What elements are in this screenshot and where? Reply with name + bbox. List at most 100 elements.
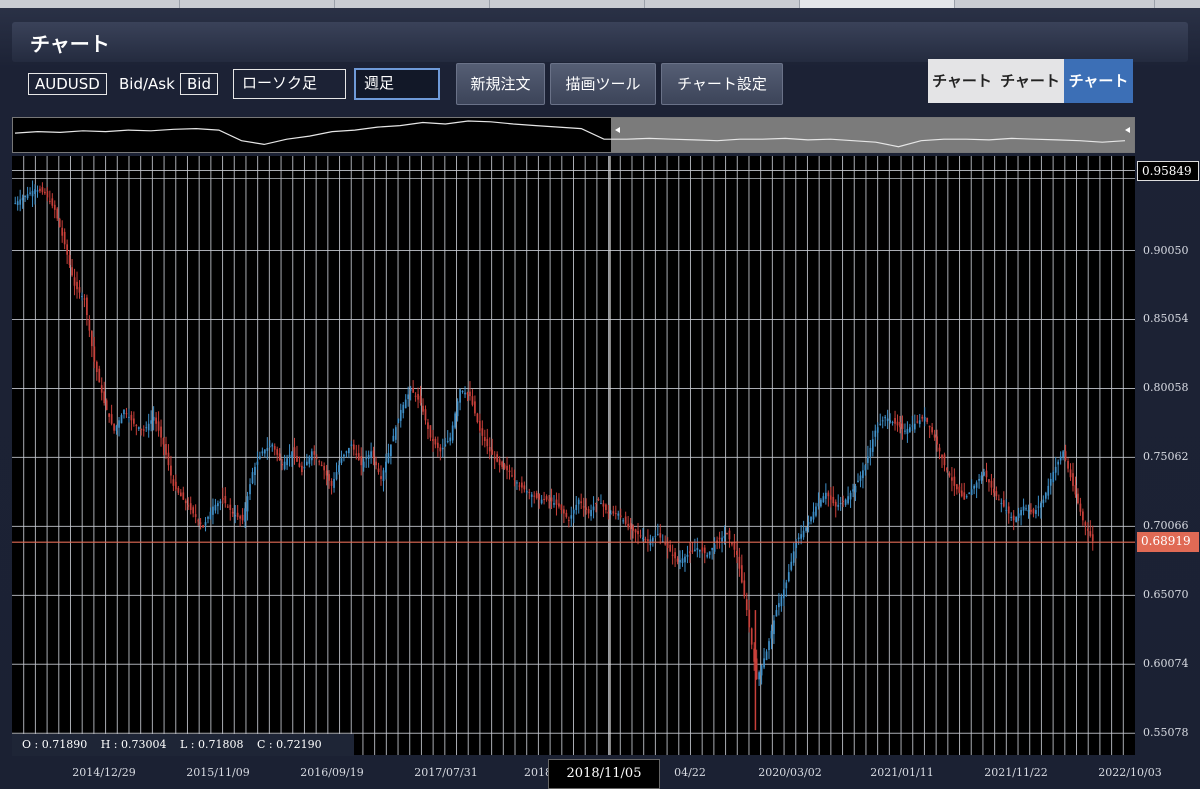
candle-body xyxy=(256,461,259,465)
candle-body xyxy=(241,514,244,521)
candle-body xyxy=(483,437,486,442)
candle-body xyxy=(493,458,496,460)
candle-body xyxy=(837,504,840,507)
candle-body xyxy=(619,515,622,517)
candle-body xyxy=(204,522,207,526)
candle-body xyxy=(553,503,555,505)
candle-body xyxy=(864,465,867,471)
candle-body xyxy=(44,191,46,194)
candle-body xyxy=(1091,534,1094,542)
candle-body xyxy=(1084,522,1087,526)
title-bar: チャート xyxy=(12,22,1188,62)
drawing-tools-button[interactable]: 描画ツール xyxy=(550,63,656,105)
candle-body xyxy=(664,543,667,545)
candle-body xyxy=(968,492,971,494)
candle-body xyxy=(128,416,130,418)
candle-body xyxy=(1077,493,1079,504)
candle-body xyxy=(528,491,531,493)
candle-body xyxy=(785,582,788,589)
candle-body xyxy=(271,444,274,447)
candle-body xyxy=(827,492,830,497)
tab-chart-1[interactable]: チャート1 xyxy=(928,59,996,134)
candle-body xyxy=(728,530,731,540)
candle-body xyxy=(301,465,303,473)
candle-body xyxy=(179,492,182,497)
candle-body xyxy=(486,438,489,447)
candle-body xyxy=(231,511,234,514)
candle-body xyxy=(197,520,199,522)
candle-body xyxy=(469,391,471,397)
candle-body xyxy=(778,603,780,608)
candle-body xyxy=(330,480,333,486)
candle-body xyxy=(81,296,83,298)
candle-body xyxy=(936,436,938,445)
candle-body xyxy=(666,542,669,548)
candle-body xyxy=(567,519,570,521)
tab-chart-2[interactable]: チャート2 xyxy=(996,59,1064,134)
candle-body xyxy=(560,504,563,511)
candle-body xyxy=(56,208,59,219)
candle-body xyxy=(355,453,358,455)
candle-body xyxy=(392,435,395,442)
candle-body xyxy=(674,552,676,559)
candle-body xyxy=(199,522,202,524)
tab-chart-3[interactable]: チャート3 xyxy=(1064,59,1133,134)
chart-type-selector[interactable]: ローソク足 xyxy=(233,69,346,99)
candle-body xyxy=(632,525,634,531)
candle-body xyxy=(894,418,896,424)
candle-body xyxy=(476,413,479,423)
chart-navigator[interactable] xyxy=(12,117,1135,153)
symbol-selector[interactable]: AUDUSD xyxy=(28,73,107,95)
candle-body xyxy=(323,465,326,471)
timeframe-selector[interactable]: 週足 xyxy=(354,68,440,100)
price-axis: 0.90050 0.85054 0.80058 0.75062 0.70066 0.650… xyxy=(1135,156,1200,755)
window-title: チャート xyxy=(30,32,110,56)
candle-body xyxy=(419,395,422,404)
candle-body xyxy=(1020,510,1022,516)
candle-body xyxy=(647,539,649,542)
candle-body xyxy=(244,508,246,522)
candle-body xyxy=(516,482,518,484)
navigator-left-handle-icon xyxy=(615,127,620,133)
candle-body xyxy=(170,465,172,476)
candle-body xyxy=(731,542,733,545)
candle-body xyxy=(343,454,345,457)
candle-body xyxy=(432,439,434,442)
candle-body xyxy=(461,390,464,392)
candle-body xyxy=(345,451,348,453)
candle-body xyxy=(192,507,195,514)
candle-body xyxy=(634,529,637,533)
time-tick-label: 2016/09/19 xyxy=(300,766,364,779)
candle-body xyxy=(644,538,647,540)
candle-body xyxy=(763,658,765,668)
candle-body xyxy=(1082,511,1084,521)
candle-body xyxy=(513,478,516,480)
candle-body xyxy=(570,515,573,519)
candle-body xyxy=(266,447,269,451)
candle-body xyxy=(350,444,353,447)
candle-body xyxy=(224,495,227,504)
candle-body xyxy=(53,204,56,210)
candle-body xyxy=(1027,510,1030,512)
candle-body xyxy=(1002,500,1005,507)
candle-body xyxy=(293,447,296,457)
candle-body xyxy=(439,447,442,452)
candle-body xyxy=(696,547,699,551)
chart-settings-button[interactable]: チャート設定 xyxy=(661,63,783,105)
candle-body xyxy=(212,506,214,515)
candle-body xyxy=(595,502,597,504)
candle-body xyxy=(511,475,513,477)
candle-body xyxy=(565,512,568,517)
candle-body xyxy=(372,450,375,459)
candle-body xyxy=(933,434,936,438)
candle-body xyxy=(960,490,963,497)
candle-body xyxy=(738,556,741,569)
price-chart[interactable] xyxy=(12,156,1135,755)
price-type-selector[interactable]: Bid xyxy=(180,73,218,95)
candle-body xyxy=(130,414,133,421)
candle-body xyxy=(160,426,162,438)
new-order-button[interactable]: 新規注文 xyxy=(456,63,545,105)
price-tick-label: 0.85054 xyxy=(1143,312,1189,326)
candle-body xyxy=(261,451,264,454)
candle-body xyxy=(896,421,899,426)
